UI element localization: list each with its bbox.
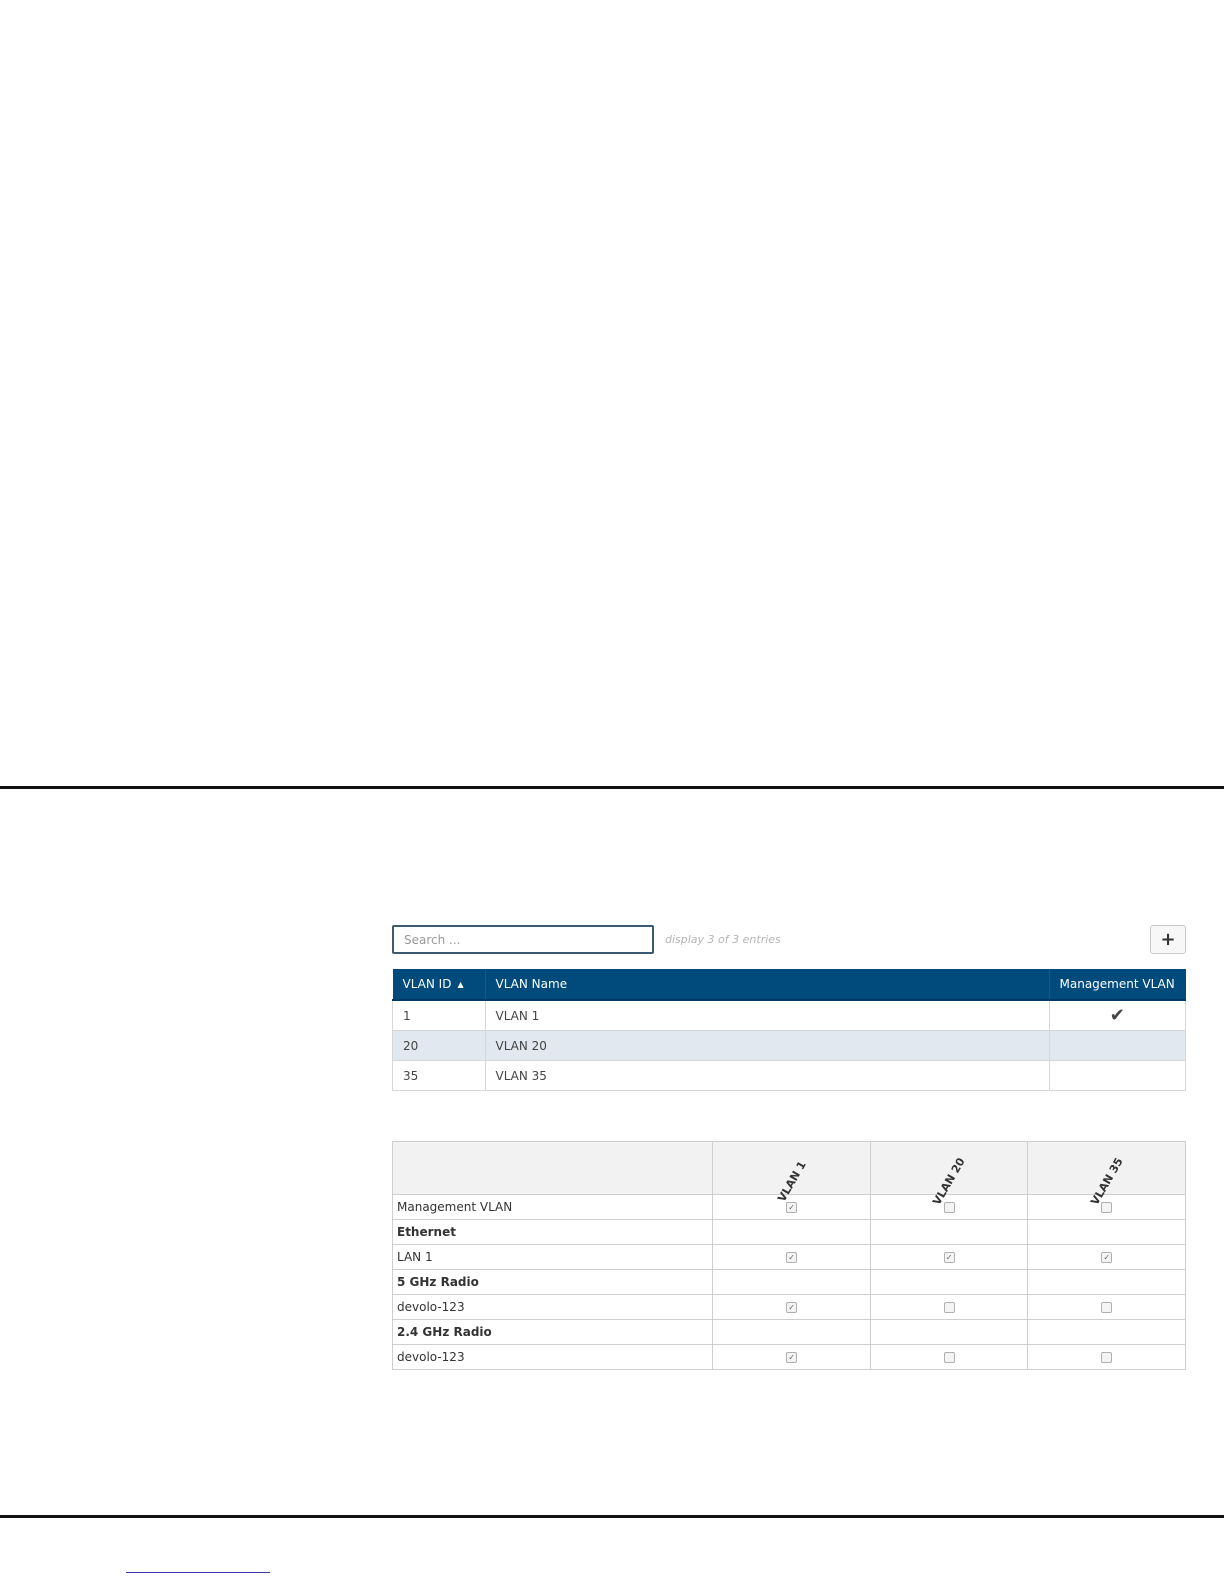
sort-ascending-icon: ▲	[457, 980, 464, 989]
matrix-cell	[869, 1294, 1029, 1320]
column-header-label: VLAN ID	[402, 977, 452, 991]
management-vlan-cell	[1048, 1060, 1186, 1091]
matrix-cell: ✓	[712, 1194, 871, 1220]
matrix-cell	[1027, 1294, 1186, 1320]
matrix-corner-cell	[391, 1141, 714, 1195]
column-header-label: Management VLAN	[1059, 977, 1175, 991]
row-label: devolo-123	[391, 1344, 714, 1370]
matrix-cell	[869, 1194, 1029, 1220]
checkbox-unchecked[interactable]	[1101, 1202, 1113, 1213]
group-label: Ethernet	[391, 1219, 714, 1245]
matrix-cell	[869, 1319, 1029, 1345]
footnote-link-underline[interactable]	[126, 1572, 270, 1573]
matrix-cell	[1027, 1319, 1186, 1345]
matrix-group-row: 5 GHz Radio	[391, 1269, 1186, 1295]
checkbox-checked[interactable]: ✓	[786, 1202, 798, 1213]
column-header-vlan-name[interactable]: VLAN Name	[485, 969, 1050, 1001]
column-header-label: VLAN Name	[495, 977, 568, 991]
matrix-column-header: VLAN 35	[1027, 1141, 1186, 1207]
checkmark-icon: ✔	[1048, 999, 1186, 1031]
checkbox-unchecked[interactable]	[1101, 1352, 1113, 1363]
column-header-vlan-id[interactable]: VLAN ID ▲	[392, 969, 486, 1001]
row-label: Management VLAN	[391, 1194, 714, 1220]
vlan-name-cell: VLAN 35	[484, 1060, 1050, 1091]
group-label: 5 GHz Radio	[391, 1269, 714, 1295]
matrix-cell: ✓	[869, 1244, 1029, 1270]
row-label: LAN 1	[391, 1244, 714, 1270]
page-rule-top	[0, 786, 1224, 789]
column-header-management-vlan[interactable]: Management VLAN	[1049, 969, 1186, 1001]
vlan-table: VLAN ID ▲ VLAN Name Management VLAN 1 VLA…	[392, 969, 1186, 1091]
vlan-assignment-matrix: VLAN 1 VLAN 20 VLAN 35 Management VLAN ✓ E…	[391, 1141, 1186, 1370]
checkbox-unchecked[interactable]	[943, 1302, 955, 1313]
checkbox-unchecked[interactable]	[943, 1352, 955, 1363]
vlan-id-cell: 20	[392, 1030, 486, 1061]
vlan-id-cell: 35	[392, 1060, 486, 1091]
group-label: 2.4 GHz Radio	[391, 1319, 714, 1345]
checkbox-checked[interactable]: ✓	[943, 1252, 955, 1263]
matrix-group-row: 2.4 GHz Radio	[391, 1319, 1186, 1345]
matrix-cell: ✓	[712, 1294, 871, 1320]
entry-count: display 3 of 3 entries	[665, 933, 781, 946]
add-vlan-button[interactable]: +	[1150, 925, 1186, 954]
plus-icon: +	[1160, 929, 1176, 950]
checkbox-checked[interactable]: ✓	[1101, 1252, 1113, 1263]
matrix-group-row: Ethernet	[391, 1219, 1186, 1245]
matrix-cell	[712, 1219, 871, 1245]
checkbox-unchecked[interactable]	[1101, 1302, 1113, 1313]
management-vlan-cell	[1048, 1030, 1186, 1061]
table-row[interactable]: 1 VLAN 1 ✔	[392, 999, 1186, 1031]
matrix-column-header: VLAN 1	[712, 1141, 871, 1204]
matrix-column-header: VLAN 20	[869, 1141, 1029, 1207]
vlan-panel: display 3 of 3 entries + VLAN ID ▲ VLAN N…	[391, 925, 1186, 1370]
matrix-cell	[712, 1319, 871, 1345]
matrix-cell	[1027, 1194, 1186, 1220]
checkbox-checked[interactable]: ✓	[786, 1302, 798, 1313]
matrix-cell	[712, 1269, 871, 1295]
matrix-row: LAN 1 ✓ ✓ ✓	[391, 1244, 1186, 1270]
row-label: devolo-123	[391, 1294, 714, 1320]
matrix-cell	[869, 1344, 1029, 1370]
matrix-cell: ✓	[712, 1244, 871, 1270]
vlan-name-cell: VLAN 20	[484, 1030, 1050, 1061]
table-row[interactable]: 35 VLAN 35	[392, 1060, 1186, 1091]
matrix-cell	[1027, 1269, 1186, 1295]
matrix-cell	[869, 1219, 1029, 1245]
matrix-cell: ✓	[712, 1344, 871, 1370]
table-row[interactable]: 20 VLAN 20	[392, 1030, 1186, 1061]
matrix-row: devolo-123 ✓	[391, 1294, 1186, 1320]
vlan-id-cell: 1	[392, 999, 486, 1031]
matrix-cell	[1027, 1344, 1186, 1370]
vlan-toolbar: display 3 of 3 entries +	[392, 925, 1186, 955]
vlan-name-cell: VLAN 1	[484, 999, 1050, 1031]
matrix-cell: ✓	[1027, 1244, 1186, 1270]
checkbox-checked[interactable]: ✓	[786, 1252, 798, 1263]
matrix-cell	[869, 1269, 1029, 1295]
search-input[interactable]	[392, 925, 654, 954]
page-rule-bottom	[0, 1515, 1224, 1518]
checkbox-checked[interactable]: ✓	[786, 1352, 798, 1363]
checkbox-unchecked[interactable]	[943, 1202, 955, 1213]
matrix-cell	[1027, 1219, 1186, 1245]
matrix-row: devolo-123 ✓	[391, 1344, 1186, 1370]
